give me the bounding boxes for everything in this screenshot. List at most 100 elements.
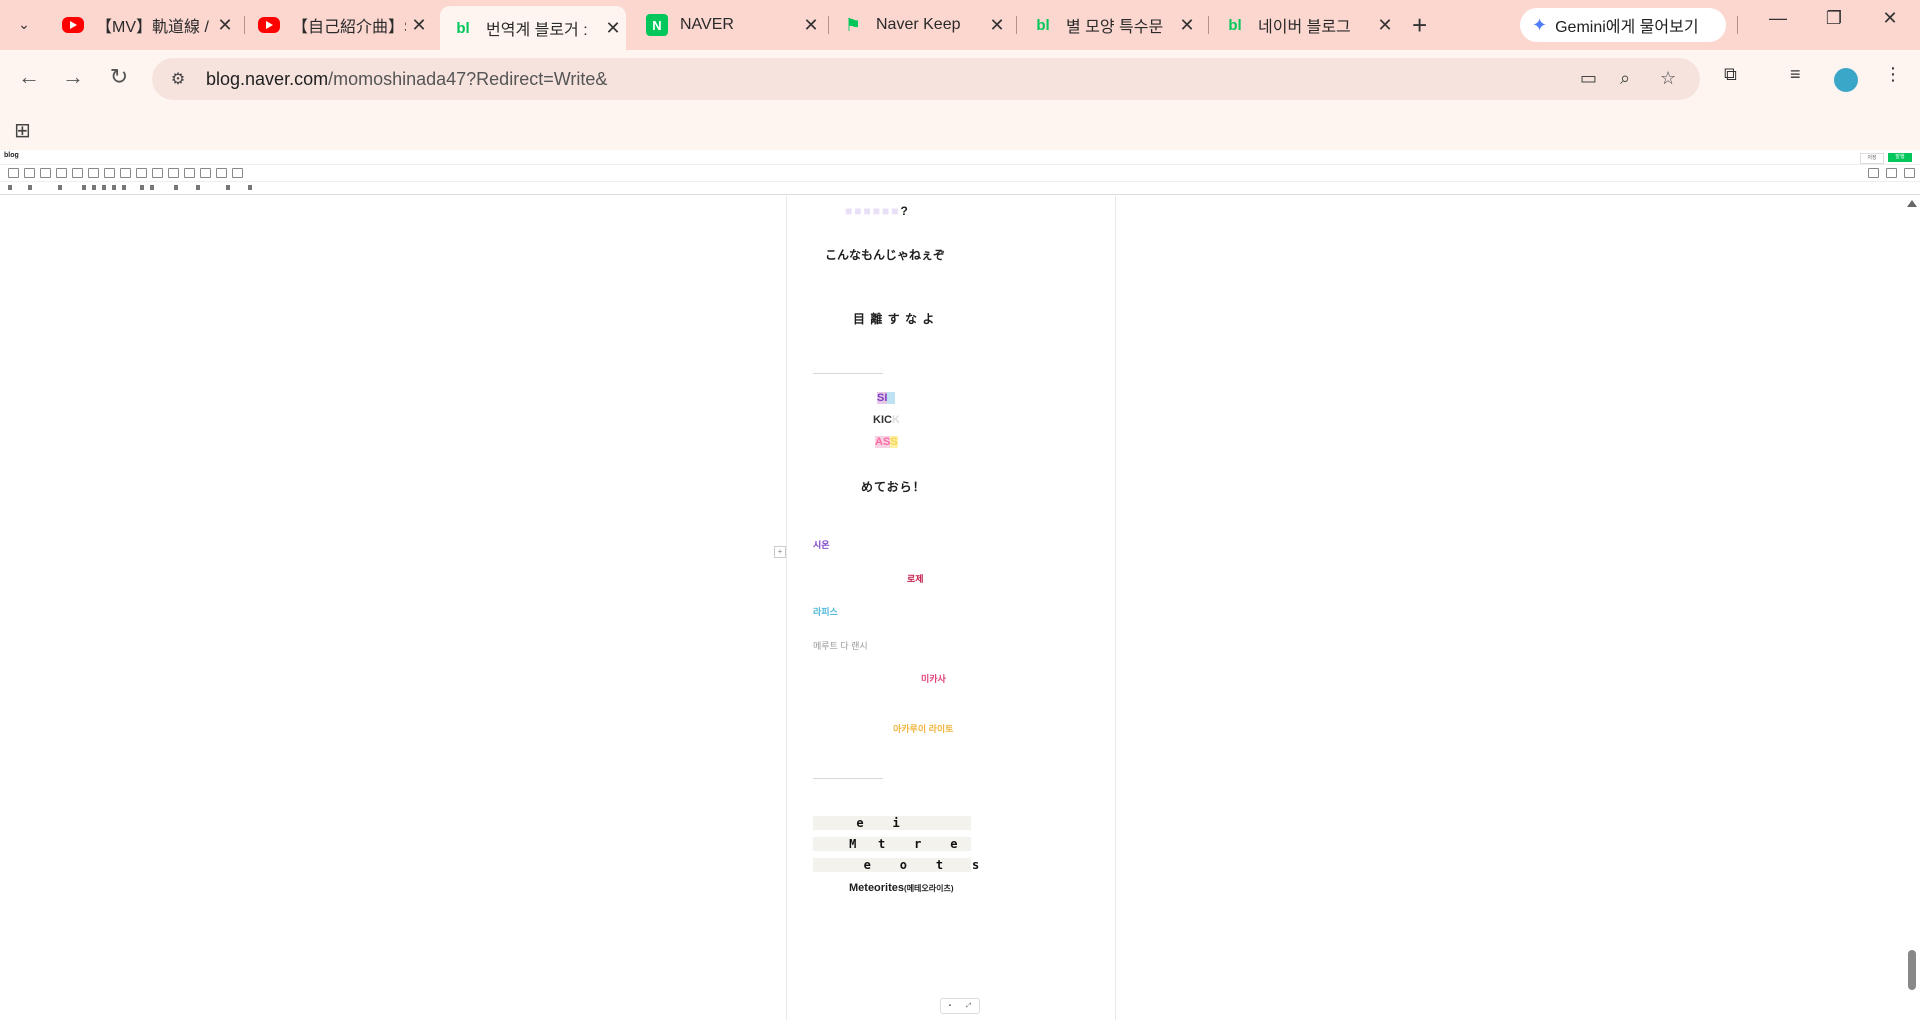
faded-text: ■■■■■■ <box>845 204 901 218</box>
media-control-icon[interactable]: ≡ <box>1790 64 1801 85</box>
special-char-icon[interactable] <box>248 185 252 190</box>
page-scrollbar[interactable] <box>1904 196 1920 1020</box>
photo-icon[interactable] <box>8 168 19 178</box>
youtube-icon <box>62 17 84 33</box>
tab-special-characters[interactable]: bl 별 모양 특수문 ✕ <box>1020 8 1200 42</box>
publish-button[interactable]: 발행 <box>1888 153 1912 162</box>
tab-naver-keep[interactable]: ⚑ Naver Keep ✕ <box>830 8 1010 42</box>
underline-icon[interactable] <box>102 185 106 190</box>
six-line-1: SIX <box>877 392 895 404</box>
name-meruto: 메루트 다 랜시 <box>813 641 868 651</box>
library-icon[interactable] <box>24 168 35 178</box>
new-tab-button[interactable]: + <box>1412 10 1427 41</box>
more-icon[interactable] <box>232 168 243 178</box>
tab-title: Naver Keep <box>876 16 961 33</box>
bold-icon[interactable] <box>82 185 86 190</box>
editor-document[interactable]: ■■■■■■? こんなもんじゃねぇぞ 目 離 す な よ SIX KICK AS… <box>786 196 1116 1020</box>
table-icon[interactable] <box>168 168 179 178</box>
tab-youtube-2[interactable]: 【自己紹介曲】SI ✕ <box>246 8 432 42</box>
tab-naver[interactable]: N NAVER ✕ <box>634 8 824 42</box>
quote-icon[interactable] <box>56 168 67 178</box>
line-height-icon[interactable] <box>150 185 154 190</box>
chevron-down-icon: ⌄ <box>18 15 30 32</box>
address-bar[interactable]: ⚙ blog.naver.com/momoshinada47?Redirect=… <box>152 58 1700 100</box>
six-highlight-2: K <box>891 414 900 426</box>
name-mikasa: 미카사 <box>921 674 946 684</box>
link-format-icon[interactable] <box>196 185 200 190</box>
more-menu-icon[interactable]: ⋮ <box>1884 64 1902 85</box>
place-icon[interactable] <box>88 168 99 178</box>
link-icon[interactable] <box>104 168 115 178</box>
tab-separator <box>1016 16 1017 34</box>
reload-icon[interactable]: ↻ <box>104 64 134 90</box>
divider-icon[interactable] <box>72 168 83 178</box>
close-icon[interactable]: ✕ <box>984 15 1010 36</box>
sticker-icon[interactable] <box>40 168 51 178</box>
expand-icon[interactable]: ⤢ <box>966 1003 971 1010</box>
schedule-icon[interactable] <box>136 168 147 178</box>
back-icon[interactable]: ← <box>14 64 44 90</box>
close-icon[interactable]: ✕ <box>798 15 824 36</box>
template-icon[interactable] <box>200 168 211 178</box>
profile-avatar[interactable] <box>1834 68 1858 92</box>
tab-translation-blog[interactable]: bl 번역계 블로거 : ✕ <box>440 6 626 50</box>
site-info-icon[interactable]: ⚙ <box>162 69 194 89</box>
six-line-2: KICK <box>873 414 900 426</box>
close-window-icon[interactable]: ✕ <box>1870 8 1910 29</box>
html-icon[interactable] <box>216 168 227 178</box>
tab-youtube-1[interactable]: 【MV】軌道線 / 日 ✕ <box>50 8 238 42</box>
align-icon[interactable] <box>140 185 144 190</box>
save-button[interactable]: 저장 <box>1860 153 1884 164</box>
gemini-button[interactable]: ✦ Gemini에게 물어보기 <box>1520 8 1726 42</box>
url-text[interactable]: blog.naver.com/momoshinada47?Redirect=Wr… <box>206 69 607 90</box>
gemini-label: Gemini에게 물어보기 <box>1555 19 1699 36</box>
spellcheck-icon[interactable] <box>226 185 230 190</box>
font-select-icon[interactable] <box>28 185 32 190</box>
url-path: /momoshinada47?Redirect=Write& <box>328 68 608 89</box>
zoom-icon[interactable]: ⌕ <box>1620 68 1630 89</box>
blog-logo: blog <box>4 152 19 159</box>
close-icon[interactable]: ✕ <box>1372 15 1398 36</box>
apps-grid-icon[interactable]: ⊞ <box>14 118 31 143</box>
divider-line <box>813 373 883 374</box>
tab-naver-blog[interactable]: bl 네이버 블로그 ✕ <box>1212 8 1398 42</box>
editor-bottom-controls: ▪ ⤢ <box>940 998 980 1014</box>
blog-icon: bl <box>1036 16 1050 34</box>
tab-search-button[interactable]: ⌄ <box>8 8 40 40</box>
clipboard-icon[interactable]: ▭ <box>1580 68 1597 89</box>
extensions-icon[interactable]: ⧉ <box>1724 64 1737 85</box>
mode-toggle-icon[interactable]: ▪ <box>949 1003 951 1009</box>
text-style-icon[interactable] <box>8 185 12 190</box>
close-icon[interactable]: ✕ <box>600 18 626 39</box>
outline-icon[interactable] <box>1904 168 1915 178</box>
bookmark-icon: ⚑ <box>844 14 862 35</box>
blog-icon: bl <box>456 19 470 37</box>
code-icon[interactable] <box>152 168 163 178</box>
restore-icon[interactable]: ❐ <box>1814 8 1854 29</box>
close-icon[interactable]: ✕ <box>406 15 432 36</box>
naver-icon: N <box>646 14 668 36</box>
editor-insert-toolbar <box>0 165 1920 182</box>
text-color-icon[interactable] <box>122 185 126 190</box>
forward-icon[interactable]: → <box>58 64 88 90</box>
scrollbar-thumb[interactable] <box>1908 950 1916 990</box>
tab-separator <box>244 16 245 34</box>
close-icon[interactable]: ✕ <box>212 15 238 36</box>
meteorites-line: Meteorites(메테오라이츠) <box>849 882 954 894</box>
scroll-up-icon[interactable] <box>1907 200 1917 207</box>
strike-icon[interactable] <box>112 185 116 190</box>
formula-icon[interactable] <box>184 168 195 178</box>
block-add-handle[interactable]: + <box>774 546 786 558</box>
page-settings-icon[interactable] <box>1886 168 1897 178</box>
question-mark: ? <box>900 204 908 218</box>
minimize-icon[interactable]: — <box>1758 8 1798 29</box>
close-icon[interactable]: ✕ <box>1174 15 1200 36</box>
template-panel-icon[interactable] <box>1868 168 1879 178</box>
font-size-icon[interactable] <box>58 185 62 190</box>
six-text-2: KIC <box>873 414 892 426</box>
list-icon[interactable] <box>174 185 178 190</box>
star-icon[interactable]: ☆ <box>1660 68 1676 89</box>
file-icon[interactable] <box>120 168 131 178</box>
six-highlight-3: S <box>890 436 898 448</box>
italic-icon[interactable] <box>92 185 96 190</box>
